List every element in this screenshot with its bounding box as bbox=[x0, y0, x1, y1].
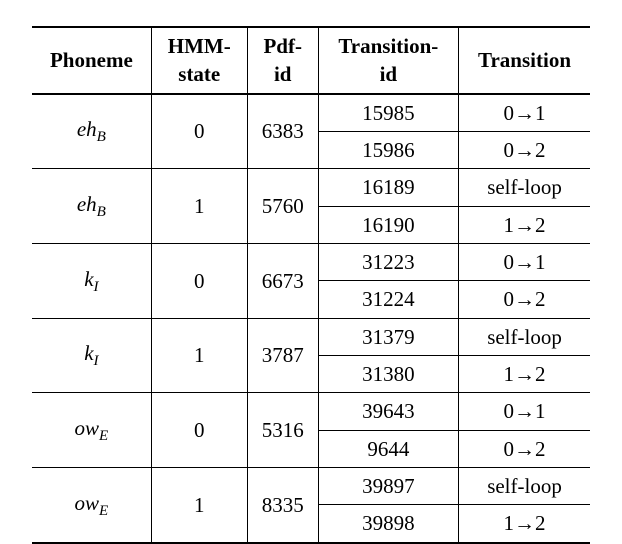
transition-id-cell: 31380 bbox=[318, 356, 458, 393]
pdf-id-cell: 8335 bbox=[247, 468, 318, 543]
header-text: Pdf-id bbox=[263, 34, 302, 86]
header-pdf-id: Pdf-id bbox=[247, 27, 318, 94]
phoneme-cell: ehB bbox=[32, 94, 151, 169]
hmm-state-cell: 1 bbox=[151, 318, 247, 393]
pdf-id-cell: 5316 bbox=[247, 393, 318, 468]
transition-cell: 0→2 bbox=[459, 132, 590, 169]
hmm-state-cell: 0 bbox=[151, 94, 247, 169]
transition-table: Phoneme HMM-state Pdf-id Transition-id T… bbox=[32, 26, 590, 544]
table-body: ehB06383159850→1159860→2ehB1576016189sel… bbox=[32, 94, 590, 543]
transition-id-cell: 39643 bbox=[318, 393, 458, 430]
pdf-id-cell: 6673 bbox=[247, 244, 318, 319]
transition-cell: 1→2 bbox=[459, 356, 590, 393]
hmm-state-cell: 1 bbox=[151, 468, 247, 543]
transition-id-cell: 31224 bbox=[318, 281, 458, 318]
header-text: Transition-id bbox=[338, 34, 438, 86]
transition-cell: 0→1 bbox=[459, 244, 590, 281]
phoneme-cell: owE bbox=[32, 468, 151, 543]
transition-id-cell: 15985 bbox=[318, 94, 458, 132]
phoneme-cell: owE bbox=[32, 393, 151, 468]
transition-id-cell: 31223 bbox=[318, 244, 458, 281]
transition-cell: 0→1 bbox=[459, 393, 590, 430]
transition-cell: self-loop bbox=[459, 468, 590, 505]
transition-id-cell: 39898 bbox=[318, 505, 458, 543]
transition-id-cell: 15986 bbox=[318, 132, 458, 169]
transition-id-cell: 39897 bbox=[318, 468, 458, 505]
hmm-state-cell: 1 bbox=[151, 169, 247, 244]
transition-cell: self-loop bbox=[459, 318, 590, 355]
phoneme-cell: kI bbox=[32, 244, 151, 319]
phoneme-cell: ehB bbox=[32, 169, 151, 244]
header-transition-id: Transition-id bbox=[318, 27, 458, 94]
transition-cell: 0→2 bbox=[459, 430, 590, 467]
transition-cell: self-loop bbox=[459, 169, 590, 206]
hmm-state-cell: 0 bbox=[151, 393, 247, 468]
transition-id-cell: 16190 bbox=[318, 206, 458, 243]
transition-id-cell: 16189 bbox=[318, 169, 458, 206]
pdf-id-cell: 5760 bbox=[247, 169, 318, 244]
header-transition: Transition bbox=[459, 27, 590, 94]
transition-cell: 1→2 bbox=[459, 505, 590, 543]
hmm-state-cell: 0 bbox=[151, 244, 247, 319]
header-text: HMM-state bbox=[168, 34, 231, 86]
pdf-id-cell: 3787 bbox=[247, 318, 318, 393]
pdf-id-cell: 6383 bbox=[247, 94, 318, 169]
transition-cell: 0→2 bbox=[459, 281, 590, 318]
transition-cell: 1→2 bbox=[459, 206, 590, 243]
transition-id-cell: 31379 bbox=[318, 318, 458, 355]
header-hmm-state: HMM-state bbox=[151, 27, 247, 94]
phoneme-cell: kI bbox=[32, 318, 151, 393]
transition-id-cell: 9644 bbox=[318, 430, 458, 467]
header-phoneme: Phoneme bbox=[32, 27, 151, 94]
transition-cell: 0→1 bbox=[459, 94, 590, 132]
